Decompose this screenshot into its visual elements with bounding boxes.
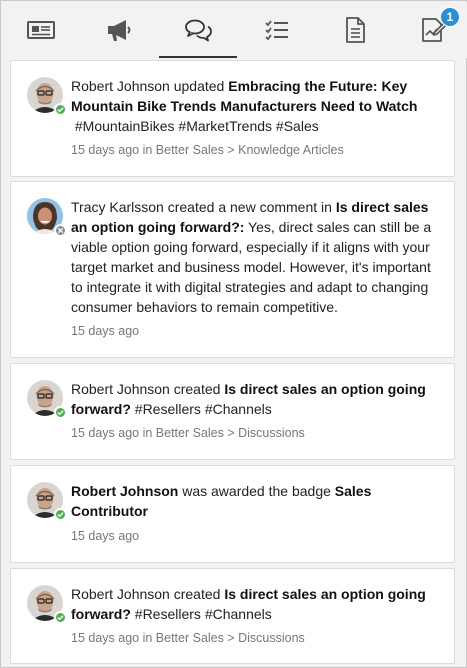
tab-announcements[interactable] xyxy=(80,2,158,58)
megaphone-icon xyxy=(108,20,131,41)
feed-item-text: Tracy Karlsson created a new comment in … xyxy=(71,197,443,317)
feed-item-meta: 15 days ago xyxy=(71,529,140,543)
hashtag[interactable]: #Channels xyxy=(205,401,272,417)
online-status-icon xyxy=(54,406,67,419)
offline-status-icon xyxy=(54,224,67,237)
tab-discussions[interactable] xyxy=(159,2,237,58)
action-text: created xyxy=(169,381,225,397)
avatar[interactable] xyxy=(27,77,67,116)
feed-item[interactable]: Tracy Karlsson created a new comment in … xyxy=(10,181,455,358)
newspaper-icon xyxy=(27,21,55,39)
checklist-icon xyxy=(265,20,288,41)
feed-item[interactable]: Robert Johnson updated Embracing the Fut… xyxy=(10,60,455,177)
hashtag[interactable]: #Sales xyxy=(276,118,319,134)
hashtag[interactable]: #Resellers xyxy=(135,606,201,622)
hashtag[interactable]: #Channels xyxy=(205,606,272,622)
feed-item-meta: 15 days ago in Better Sales > Discussion… xyxy=(71,426,305,440)
action-text: created xyxy=(169,586,225,602)
feed-item[interactable]: Robert Johnson created Is direct sales a… xyxy=(10,363,455,460)
user-name[interactable]: Tracy Karlsson xyxy=(71,199,164,215)
tab-bar: 1 xyxy=(2,2,467,58)
feed-item-text: Robert Johnson updated Embracing the Fut… xyxy=(71,76,443,136)
feed-item[interactable]: Robert Johnson created Is direct sales a… xyxy=(10,568,455,664)
feed-item-text: Robert Johnson was awarded the badge Sal… xyxy=(71,481,443,521)
chat-bubbles-icon xyxy=(185,19,212,42)
feed-item[interactable]: Robert Johnson was awarded the badge Sal… xyxy=(10,465,455,563)
hashtag[interactable]: #MarketTrends xyxy=(178,118,272,134)
avatar[interactable] xyxy=(27,585,67,624)
online-status-icon xyxy=(54,103,67,116)
feed-item-text: Robert Johnson created Is direct sales a… xyxy=(71,379,443,419)
user-name[interactable]: Robert Johnson xyxy=(71,78,170,94)
tab-documents[interactable] xyxy=(316,2,394,58)
hashtag[interactable]: #MountainBikes xyxy=(71,118,175,134)
user-name[interactable]: Robert Johnson xyxy=(71,483,178,499)
user-name[interactable]: Robert Johnson xyxy=(71,381,170,397)
notification-badge: 1 xyxy=(440,7,460,27)
user-name[interactable]: Robert Johnson xyxy=(71,586,170,602)
activity-feed-panel: 1 Robert Johnson updated Embracing the F… xyxy=(0,0,467,668)
feed-item-text: Robert Johnson created Is direct sales a… xyxy=(71,584,443,624)
tab-reports[interactable]: 1 xyxy=(394,2,467,58)
avatar[interactable] xyxy=(27,198,67,237)
feed-item-meta: 15 days ago xyxy=(71,324,140,338)
avatar[interactable] xyxy=(27,380,67,419)
feed-item-meta: 15 days ago in Better Sales > Knowledge … xyxy=(71,143,344,157)
action-text: was awarded the badge xyxy=(178,483,335,499)
online-status-icon xyxy=(54,611,67,624)
online-status-icon xyxy=(54,508,67,521)
action-text: updated xyxy=(169,78,229,94)
document-icon xyxy=(346,17,365,43)
avatar[interactable] xyxy=(27,482,67,521)
hashtag[interactable]: #Resellers xyxy=(135,401,201,417)
tab-news[interactable] xyxy=(2,2,80,58)
action-text: created a new comment in xyxy=(163,199,336,215)
feed-item-meta: 15 days ago in Better Sales > Discussion… xyxy=(71,631,305,645)
tab-tasks[interactable] xyxy=(238,2,316,58)
